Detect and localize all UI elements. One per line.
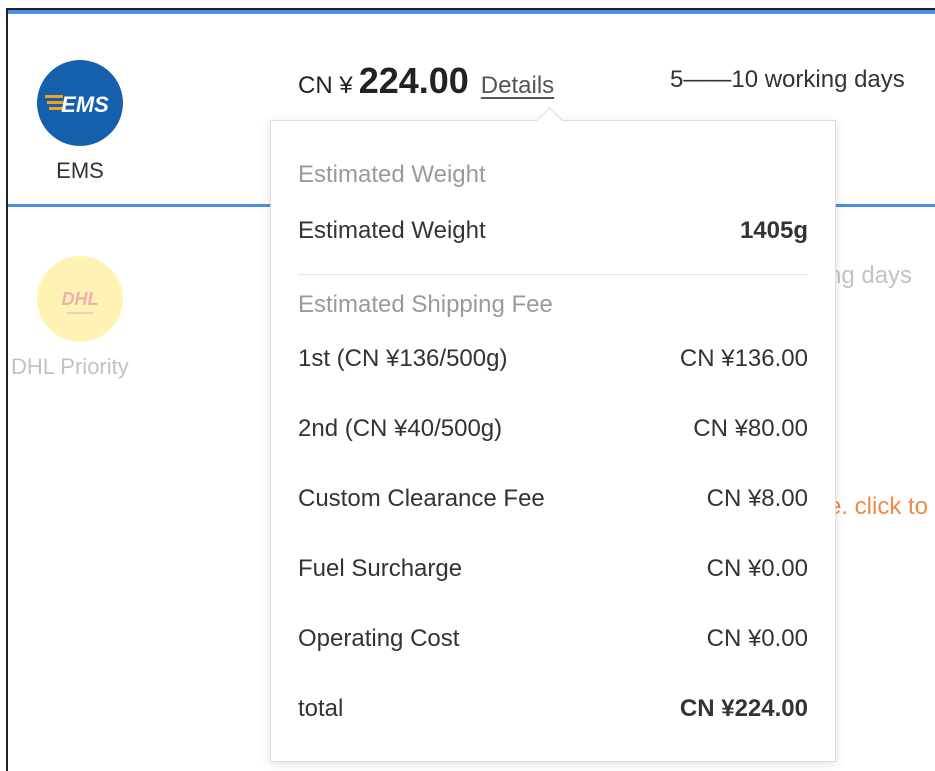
carrier-label-ems: EMS [56, 158, 104, 183]
ems-delivery-time: 5——10 working days [670, 66, 905, 93]
fee-value: CN ¥80.00 [693, 415, 808, 442]
total-value: CN ¥224.00 [679, 695, 808, 722]
fee-row: Custom Clearance Fee CN ¥8.00 [298, 485, 808, 513]
weight-section-title: Estimated Weight [298, 161, 486, 188]
fee-label: Fuel Surcharge [298, 555, 463, 582]
popover-divider [298, 274, 808, 275]
carrier-ems[interactable]: EMS EMS [25, 60, 135, 184]
ems-price-line: CN ¥ 224.00 Details [298, 60, 554, 102]
fee-row: Fuel Surcharge CN ¥0.00 [298, 555, 808, 583]
fee-value: CN ¥0.00 [706, 555, 808, 582]
fee-row: 2nd (CN ¥40/500g) CN ¥80.00 [298, 415, 808, 443]
fee-label: 2nd (CN ¥40/500g) [298, 415, 503, 442]
total-label: total [298, 695, 344, 722]
fee-row: Operating Cost CN ¥0.00 [298, 625, 808, 653]
carrier-label-dhl: DHL Priority [11, 354, 129, 379]
weight-row: Estimated Weight 1405g [298, 217, 808, 245]
fee-label: Custom Clearance Fee [298, 485, 545, 512]
weight-value: 1405g [739, 217, 808, 244]
top-accent-line [8, 10, 935, 14]
price-value: 224.00 [358, 60, 469, 101]
details-popover: Estimated Weight Estimated Weight 1405g … [270, 107, 836, 762]
price-currency: CN ¥ [298, 72, 353, 99]
shipping-options-panel: EMS EMS CN ¥ 224.00 Details 5——10 workin… [6, 8, 935, 771]
fee-row: 1st (CN ¥136/500g) CN ¥136.00 [298, 345, 808, 373]
fee-value: CN ¥136.00 [679, 345, 808, 372]
fee-label: 1st (CN ¥136/500g) [298, 345, 508, 372]
dhl-note-link[interactable]: e. click to [828, 493, 928, 521]
dhl-logo-icon: DHL [37, 256, 123, 342]
dhl-logo-text: DHL [62, 289, 99, 309]
total-row: total CN ¥224.00 [298, 695, 808, 723]
weight-label: Estimated Weight [298, 217, 486, 244]
fee-label: Operating Cost [298, 625, 460, 652]
details-link[interactable]: Details [481, 72, 554, 100]
dhl-delivery-time: ng days [828, 262, 913, 289]
fee-value: CN ¥0.00 [706, 625, 808, 652]
carrier-dhl[interactable]: DHL DHL Priority [11, 256, 135, 380]
ems-logo-icon: EMS [37, 60, 123, 146]
fee-section-title: Estimated Shipping Fee [298, 291, 553, 318]
ems-logo-text: EMS [61, 92, 109, 117]
fee-value: CN ¥8.00 [706, 485, 808, 512]
